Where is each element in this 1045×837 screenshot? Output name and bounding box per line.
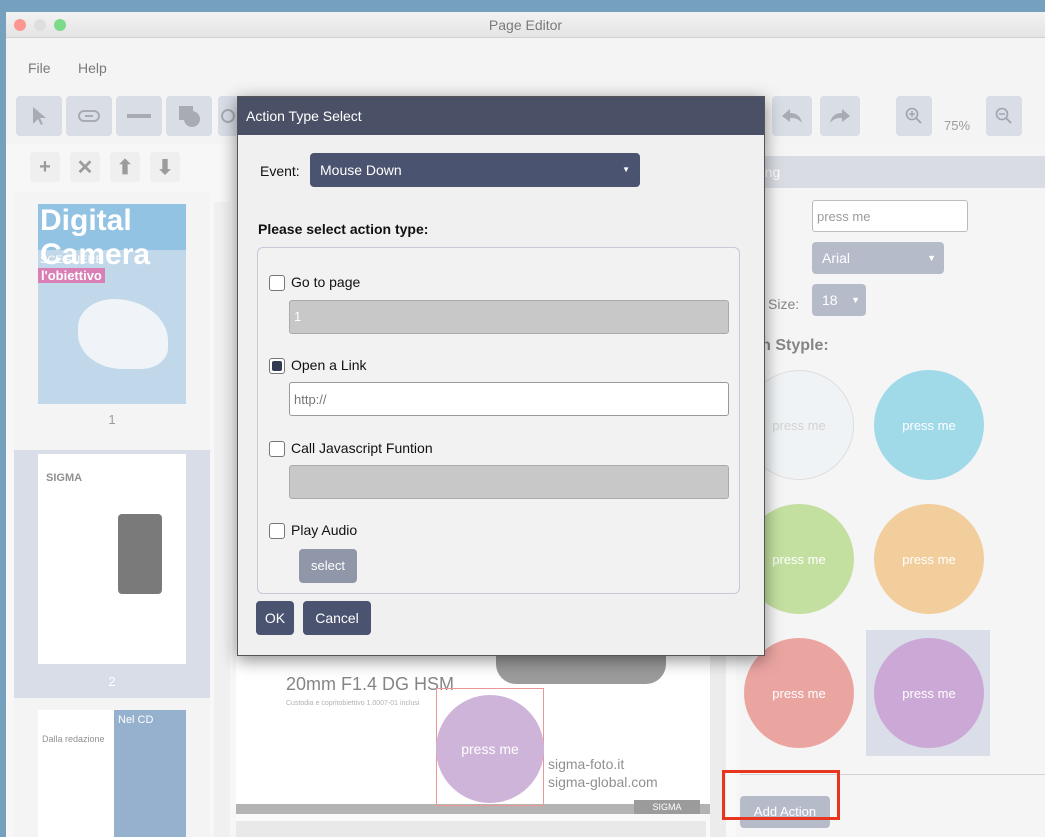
page-3-preview: Nel CD Dalla redazione [38,710,186,837]
cancel-button[interactable]: Cancel [303,601,371,635]
page-2-preview: SIGMA [38,454,186,664]
zoom-in-icon [905,107,922,124]
page-thumbnails: Digital Camera SCEGLIERE l'obiettivo 1 S… [14,192,210,837]
canvas-press-me-button[interactable]: press me [436,695,544,803]
font-select[interactable]: Arial ▼ [812,242,944,274]
menu-help[interactable]: Help [78,60,107,76]
lens-image [118,514,162,594]
move-page-down-button[interactable]: ⬇ [150,152,180,182]
arrow-down-icon: ⬇ [156,156,174,179]
title-bar: Page Editor [6,12,1045,38]
page-2-brand: SIGMA [46,472,83,484]
zoom-out-button[interactable] [986,96,1022,136]
plus-icon: + [39,155,51,178]
cursor-icon [33,107,46,125]
add-page-button[interactable]: + [30,152,60,182]
line-icon [127,114,151,118]
call-js-label: Call Javascript Funtion [291,440,433,456]
play-audio-label: Play Audio [291,522,358,538]
close-window-button[interactable] [14,19,26,31]
chevron-down-icon: ▼ [927,253,936,263]
font-value: Arial [822,250,851,266]
product-sub: Custodia e copritobiettivo 1.0007-01 inc… [286,700,420,707]
size-value: 18 [822,292,838,308]
page-list-scrollbar[interactable] [214,202,230,837]
minimize-window-button[interactable] [34,19,46,31]
brand-logo: SIGMA [634,800,700,814]
cover-photo [78,299,168,369]
event-value: Mouse Down [320,162,402,178]
line-tool-button[interactable] [116,96,162,136]
site-1: sigma-foto.it [548,756,625,772]
call-js-checkbox[interactable] [269,441,285,457]
event-select[interactable]: Mouse Down ▼ [310,153,640,187]
page-1-cover: Digital Camera SCEGLIERE l'obiettivo [38,204,186,404]
style-option-selected-bg: press me [866,630,990,756]
style-option-purple[interactable]: press me [874,638,984,748]
canvas-horizontal-scrollbar[interactable] [236,821,706,837]
dialog-title: Action Type Select [238,97,764,135]
comment-icon [221,109,235,123]
product-name: 20mm F1.4 DG HSM [286,674,455,694]
zoom-level: 75% [944,118,971,133]
chevron-down-icon: ▼ [622,165,630,174]
undo-button[interactable] [772,96,812,136]
link-icon [78,110,100,122]
goto-page-field[interactable]: 1 [289,300,729,334]
move-page-up-button[interactable]: ⬆ [110,152,140,182]
goto-page-label: Go to page [291,274,361,290]
page-3-headline: Dalla redazione [42,734,105,744]
open-link-checkbox[interactable] [269,358,285,374]
text-tool-button[interactable] [218,96,238,136]
page-list-panel: + ✕ ⬆ ⬇ Digital Camera SCEGLIERE l'obiet… [6,144,222,837]
arrow-up-icon: ⬆ [116,156,134,179]
redo-button[interactable] [820,96,860,136]
page-number: 2 [108,674,116,689]
zoom-in-button[interactable] [896,96,932,136]
menu-bar: File Help [6,38,1045,88]
goto-page-checkbox[interactable] [269,275,285,291]
size-label: Size: [768,296,800,312]
delete-page-button[interactable]: ✕ [70,152,100,182]
button-text-input[interactable]: press me [812,200,968,232]
action-type-dialog: Action Type Select Event: Mouse Down ▼ P… [237,96,765,656]
page-3-banner: Nel CD [114,710,186,837]
zoom-out-icon [995,107,1012,124]
shape-icon [179,106,200,127]
undo-icon [782,109,802,123]
window-title: Page Editor [488,17,563,33]
add-action-highlight [722,770,840,820]
page-thumb-1[interactable]: Digital Camera SCEGLIERE l'obiettivo 1 [14,192,210,436]
action-options-group: Go to page 1 Open a Link Call Javascript… [257,247,740,594]
cover-subhead: l'obiettivo [38,268,105,283]
link-tool-button[interactable] [66,96,112,136]
site-2: sigma-global.com [548,774,658,790]
size-select[interactable]: 18 ▼ [812,284,866,316]
page-number: 1 [108,412,116,427]
selected-button-frame[interactable]: press me [436,688,544,806]
cover-title: Digital Camera [38,204,186,271]
settings-panel: etting press me Arial ▼ Size: 18 ▼ ton S… [740,144,1045,837]
event-label: Event: [260,163,300,179]
select-audio-button[interactable]: select [299,549,357,583]
action-prompt: Please select action type: [258,221,429,237]
redo-icon [830,109,850,123]
select-tool-button[interactable] [16,96,62,136]
settings-header: etting [740,156,1045,188]
style-option-blue[interactable]: press me [874,370,984,480]
page-thumb-2[interactable]: SIGMA 2 [14,450,210,698]
link-url-input[interactable] [289,382,729,416]
x-icon: ✕ [76,156,94,179]
open-link-label: Open a Link [291,357,367,373]
chevron-down-icon: ▼ [851,295,860,305]
cover-headline: SCEGLIERE [40,254,103,266]
maximize-window-button[interactable] [54,19,66,31]
menu-file[interactable]: File [28,60,51,76]
page-thumb-3[interactable]: Nel CD Dalla redazione [14,710,210,837]
style-option-orange[interactable]: press me [874,504,984,614]
js-function-field[interactable] [289,465,729,499]
play-audio-checkbox[interactable] [269,523,285,539]
ok-button[interactable]: OK [256,601,294,635]
shape-tool-button[interactable] [166,96,212,136]
